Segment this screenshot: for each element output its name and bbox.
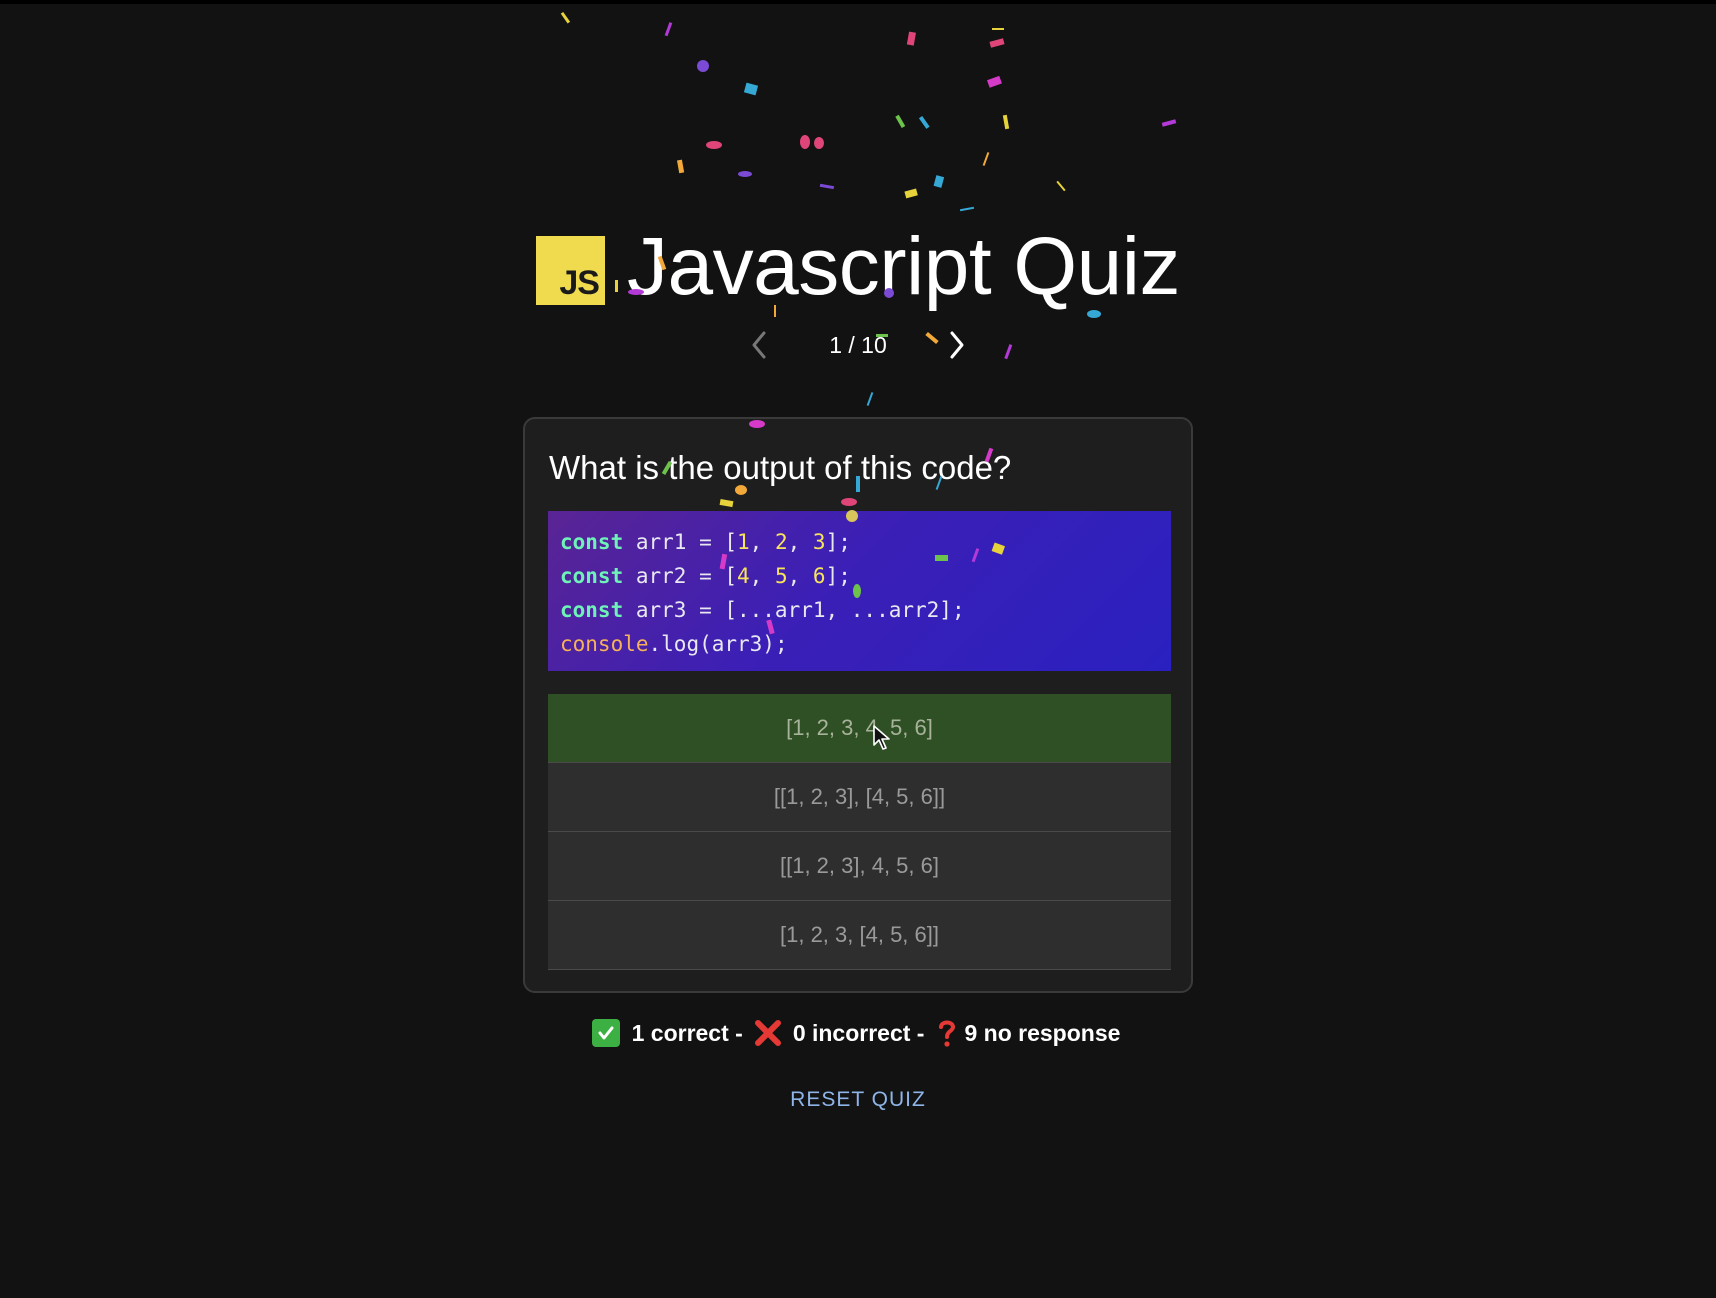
answer-options: [1, 2, 3, 4, 5, 6] [[1, 2, 3], [4, 5, 6]… bbox=[548, 694, 1171, 970]
score-summary: 1 correct - 0 incorrect - 9 no response bbox=[0, 1018, 1716, 1048]
answer-option[interactable]: [1, 2, 3, 4, 5, 6] bbox=[548, 694, 1171, 763]
incorrect-count: 0 incorrect - bbox=[792, 1019, 925, 1046]
question-mark-icon bbox=[939, 1020, 956, 1047]
code-line: console.log(arr3); bbox=[560, 632, 788, 656]
top-border bbox=[0, 0, 1716, 4]
correct-count: 1 correct - bbox=[631, 1019, 743, 1046]
question-pager: 1 / 10 bbox=[0, 325, 1716, 365]
quiz-header: JS Javascript Quiz bbox=[0, 220, 1716, 314]
code-line: const arr2 = [4, 5, 6]; bbox=[560, 564, 851, 588]
no-response-count: 9 no response bbox=[964, 1019, 1121, 1046]
check-icon bbox=[591, 1019, 620, 1047]
js-logo: JS bbox=[535, 235, 605, 305]
mouse-cursor-icon bbox=[873, 725, 890, 750]
question-card: What is the output of this code? const a… bbox=[523, 417, 1193, 993]
question-counter: 1 / 10 bbox=[829, 331, 887, 358]
page-title: Javascript Quiz bbox=[626, 221, 1181, 312]
answer-option[interactable]: [[1, 2, 3], [4, 5, 6]] bbox=[548, 763, 1171, 832]
reset-area: RESET QUIZ bbox=[0, 1088, 1716, 1112]
chevron-right-icon bbox=[950, 331, 964, 359]
next-question-button[interactable] bbox=[937, 325, 977, 365]
question-text: What is the output of this code? bbox=[549, 449, 1012, 486]
cross-icon bbox=[754, 1020, 781, 1046]
code-line: const arr3 = [...arr1, ...arr2]; bbox=[560, 598, 965, 622]
code-line: const arr1 = [1, 2, 3]; bbox=[560, 530, 851, 554]
answer-option[interactable]: [[1, 2, 3], 4, 5, 6] bbox=[548, 832, 1171, 901]
prev-question-button[interactable] bbox=[739, 325, 779, 365]
reset-quiz-button[interactable]: RESET QUIZ bbox=[790, 1088, 926, 1111]
code-block: const arr1 = [1, 2, 3]; const arr2 = [4, … bbox=[548, 511, 1171, 671]
js-logo-text: JS bbox=[559, 263, 600, 302]
answer-option[interactable]: [1, 2, 3, [4, 5, 6]] bbox=[548, 901, 1171, 970]
chevron-left-icon bbox=[752, 331, 766, 359]
